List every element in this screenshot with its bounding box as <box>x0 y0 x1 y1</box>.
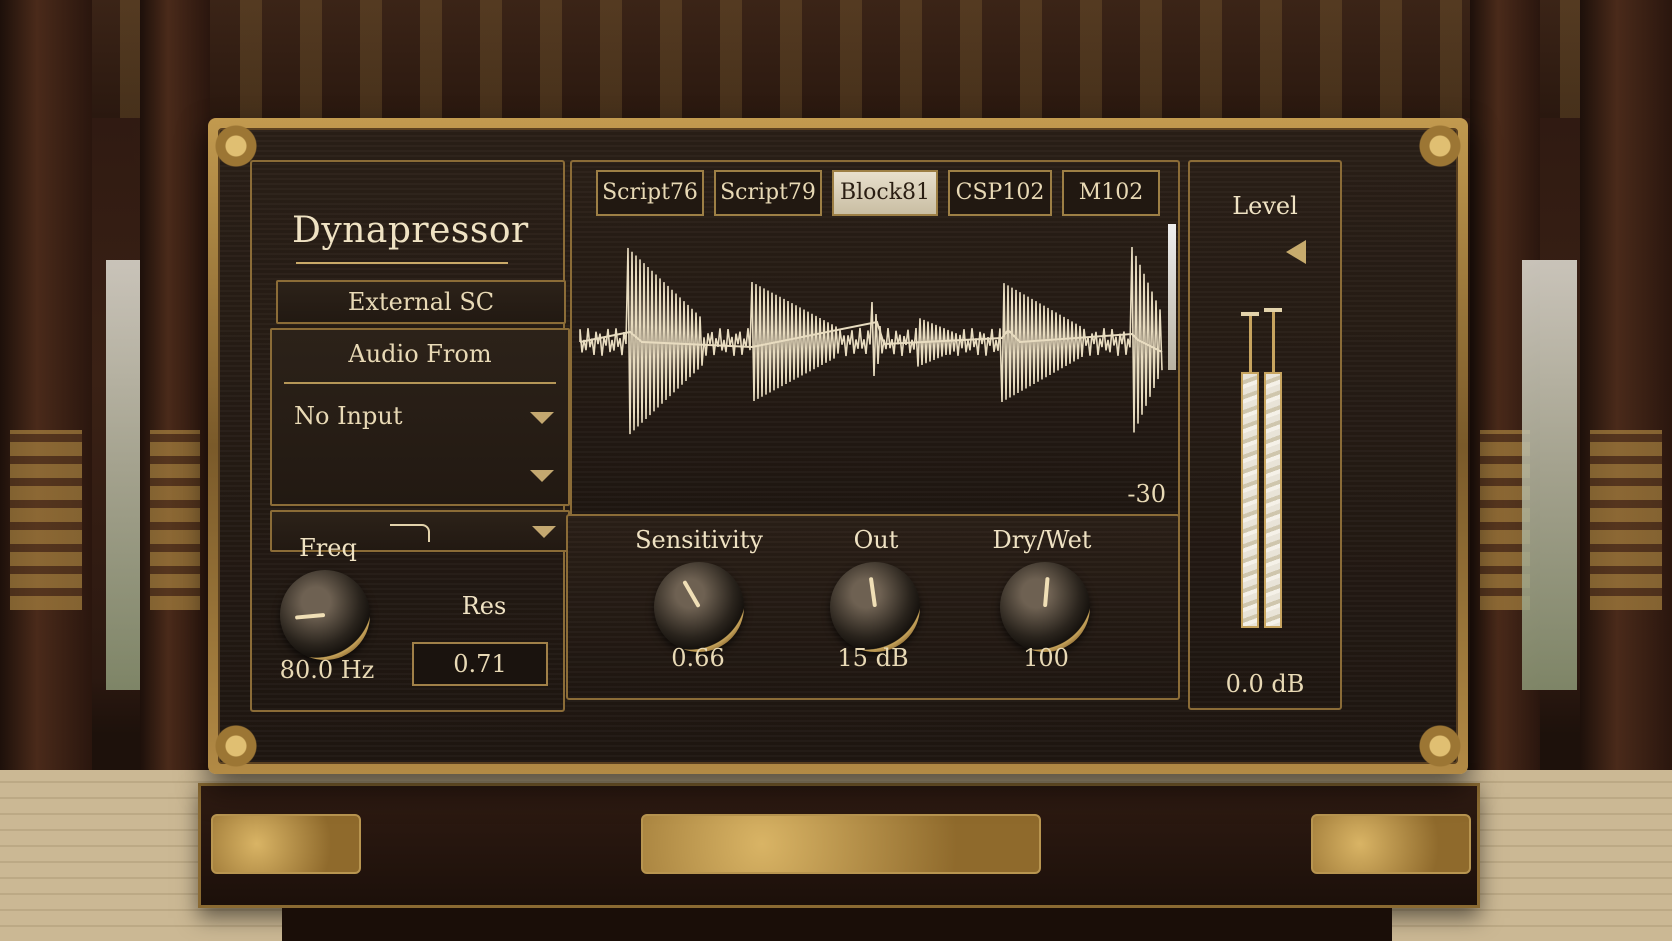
tab-script76[interactable]: Script76 <box>596 170 704 216</box>
tab-m102[interactable]: M102 <box>1062 170 1160 216</box>
audio-from-label: Audio From <box>348 340 492 368</box>
arrow-left-icon[interactable] <box>1286 240 1306 264</box>
plugin-window: Dynapressor External SC Audio From No In… <box>206 116 1470 776</box>
db-scale-label: -30 <box>1127 480 1166 508</box>
peak-hold-left <box>1241 312 1259 316</box>
knob-pointer <box>682 580 701 608</box>
knob-pointer <box>868 577 877 608</box>
knob-pointer <box>294 613 326 620</box>
stand-base <box>282 908 1392 941</box>
peak-hold-right <box>1264 308 1282 312</box>
chevron-down-icon[interactable] <box>530 470 554 482</box>
stand-ornament-center <box>641 814 1041 874</box>
pillar-right <box>1580 0 1672 790</box>
temple-beam <box>0 0 1672 118</box>
device-stand <box>198 783 1480 908</box>
audio-input-select[interactable]: No Input <box>294 402 402 430</box>
plugin-body: Dynapressor External SC Audio From No In… <box>206 116 1470 776</box>
level-meter-right <box>1264 372 1282 628</box>
stand-ornament-right <box>1311 814 1471 874</box>
level-meter-left <box>1241 372 1259 628</box>
sensitivity-value: 0.66 <box>671 644 725 672</box>
out-label: Out <box>853 526 899 554</box>
level-meter-panel: Level 0.0 dB <box>1188 160 1342 710</box>
sensitivity-label: Sensitivity <box>635 526 763 554</box>
level-value: 0.0 dB <box>1225 670 1305 698</box>
out-value: 15 dB <box>837 644 909 672</box>
res-value-field[interactable]: 0.71 <box>412 642 548 686</box>
window-right <box>1522 260 1577 690</box>
level-title: Level <box>1232 192 1298 220</box>
corner-ornament-icon <box>1410 116 1470 176</box>
chevron-down-icon[interactable] <box>530 412 554 424</box>
audio-from-divider <box>284 382 556 384</box>
waveform-graph <box>579 246 1163 435</box>
drywet-knob[interactable] <box>1000 562 1090 652</box>
pillar-left <box>0 0 92 790</box>
scale-scrollbar[interactable] <box>1168 224 1176 370</box>
corner-ornament-icon <box>206 716 266 776</box>
sidechain-panel: Dynapressor External SC Audio From No In… <box>250 160 570 712</box>
level-fill-left <box>1243 374 1257 626</box>
freq-label: Freq <box>299 534 357 562</box>
waveform-display: Script76 Script79 Block81 CSP102 M102 -3… <box>570 160 1180 520</box>
tab-script79[interactable]: Script79 <box>714 170 822 216</box>
waveform-path <box>579 246 1163 435</box>
tab-block81[interactable]: Block81 <box>832 170 938 216</box>
res-label: Res <box>461 592 507 620</box>
controls-panel: Sensitivity 0.66 Out 15 dB Dry/Wet 100 <box>566 514 1180 700</box>
drywet-label: Dry/Wet <box>992 526 1092 554</box>
title-underline <box>296 262 508 264</box>
corner-ornament-icon <box>206 116 266 176</box>
plugin-title: Dynapressor <box>292 210 529 251</box>
knob-pointer <box>1043 576 1050 608</box>
pillar-left-inner <box>140 0 210 790</box>
level-fill-right <box>1266 374 1280 626</box>
peak-hold-line-left <box>1249 316 1252 372</box>
lowcut-filter-icon <box>390 524 430 542</box>
external-sc-button[interactable]: External SC <box>276 280 566 324</box>
drywet-value: 100 <box>1023 644 1069 672</box>
tab-csp102[interactable]: CSP102 <box>948 170 1052 216</box>
freq-value: 80.0 Hz <box>279 656 375 684</box>
chevron-down-icon[interactable] <box>532 526 556 538</box>
peak-hold-line-right <box>1272 312 1275 372</box>
audio-from-box: Audio From No Input <box>270 328 570 506</box>
corner-ornament-icon <box>1410 716 1470 776</box>
stand-ornament-left <box>211 814 361 874</box>
out-knob[interactable] <box>830 562 920 652</box>
sensitivity-knob[interactable] <box>654 562 744 652</box>
freq-knob[interactable] <box>280 570 370 660</box>
